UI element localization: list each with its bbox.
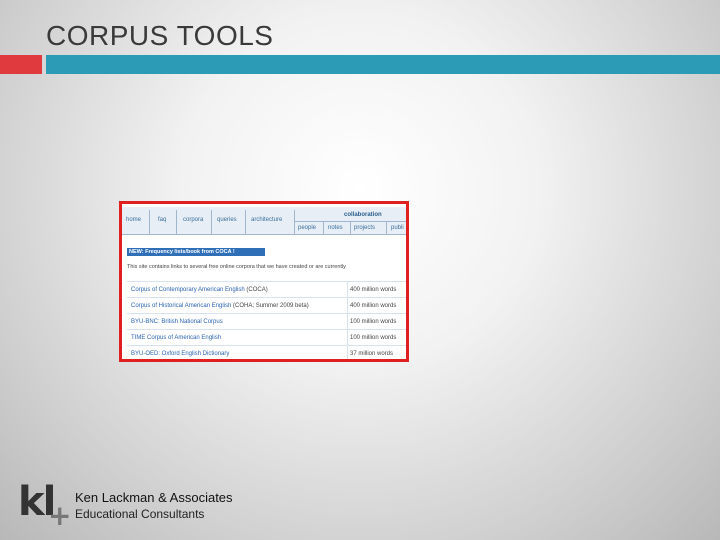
site-nav: home faq corpora queries architecture co…	[122, 207, 406, 235]
corpus-note: (COHA; Summer 2009 beta)	[231, 303, 309, 309]
accent-bar-teal	[46, 55, 720, 74]
divider	[347, 314, 348, 330]
corpus-row: BYU-OED: Oxford English Dictionary 37 mi…	[127, 345, 406, 359]
news-banner[interactable]: NEW: Frequency lists/book from COCA !	[127, 248, 265, 256]
divider	[294, 221, 406, 222]
divider	[347, 330, 348, 346]
corpus-size: 400 million words	[350, 303, 397, 309]
divider	[347, 346, 348, 359]
nav-people[interactable]: people	[298, 225, 316, 231]
nav-projects[interactable]: projects	[354, 225, 375, 231]
intro-text: This site contains links to several free…	[127, 264, 346, 270]
corpus-link[interactable]: Corpus of Historical American English	[131, 303, 231, 309]
nav-divider	[350, 221, 351, 234]
corpus-size: 400 million words	[350, 287, 397, 293]
nav-divider	[323, 221, 324, 234]
corpus-size: 100 million words	[350, 319, 397, 325]
divider	[347, 298, 348, 314]
corpus-row: Corpus of Historical American English (C…	[127, 297, 406, 314]
nav-divider	[245, 210, 246, 234]
nav-divider	[149, 210, 150, 234]
corpus-size: 37 million words	[350, 351, 394, 357]
divider	[347, 282, 348, 298]
nav-divider	[294, 210, 295, 234]
company-logo: kl +	[18, 479, 78, 533]
nav-corpora[interactable]: corpora	[183, 217, 203, 227]
accent-bar-red	[0, 55, 42, 74]
corpus-link[interactable]: BYU-OED: Oxford English Dictionary	[131, 351, 229, 357]
corpus-row: BYU-BNC: British National Corpus 100 mil…	[127, 313, 406, 330]
corpus-link[interactable]: Corpus of Contemporary American English	[131, 287, 245, 293]
corpus-note: (COCA)	[244, 287, 268, 293]
nav-home[interactable]: home	[126, 217, 141, 227]
nav-publications[interactable]: publi	[391, 225, 404, 231]
corpus-link[interactable]: TIME Corpus of American English	[131, 335, 221, 341]
nav-divider	[176, 210, 177, 234]
corpus-size: 100 million words	[350, 335, 397, 341]
company-name: Ken Lackman & Associates	[75, 490, 233, 505]
collaboration-heading: collaboration	[344, 212, 382, 218]
nav-notes[interactable]: notes	[328, 225, 343, 231]
nav-queries[interactable]: queries	[217, 217, 237, 227]
corpus-row: TIME Corpus of American English 100 mill…	[127, 329, 406, 346]
nav-architecture[interactable]: architecture	[251, 217, 282, 227]
nav-divider	[386, 221, 387, 234]
corpus-link[interactable]: BYU-BNC: British National Corpus	[131, 319, 223, 325]
corpus-website-screenshot: home faq corpora queries architecture co…	[119, 201, 409, 362]
company-tagline: Educational Consultants	[75, 507, 205, 521]
nav-faq[interactable]: faq	[158, 217, 166, 227]
slide-title: CORPUS TOOLS	[46, 20, 274, 51]
plus-icon: +	[48, 499, 72, 532]
nav-divider	[211, 210, 212, 234]
corpus-row: Corpus of Contemporary American English …	[127, 281, 406, 298]
